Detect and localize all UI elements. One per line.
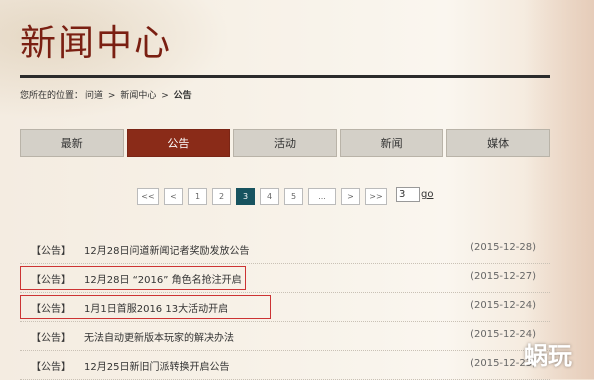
news-category: 【公告】 xyxy=(31,333,71,344)
news-title-link[interactable]: 12月28日问道新闻记者奖励发放公告 xyxy=(84,242,249,257)
news-category: 【公告】 xyxy=(31,275,71,286)
news-date: (2015-12-28) xyxy=(470,242,536,253)
list-item[interactable]: 【公告】 12月28日 “2016” 角色名抢注开启 (2015-12-27) xyxy=(20,264,550,293)
news-title-link[interactable]: 1月1日首服2016 13大活动开启 xyxy=(84,300,228,315)
list-item[interactable]: 【公告】 1月1日首服2016 13大活动开启 (2015-12-24) xyxy=(20,293,550,322)
page-button-5[interactable]: 5 xyxy=(284,187,303,205)
breadcrumb-separator: > xyxy=(107,91,116,101)
last-page-button[interactable]: >> xyxy=(365,187,387,205)
tab-media[interactable]: 媒体 xyxy=(446,129,550,157)
news-category: 【公告】 xyxy=(31,246,71,257)
tab-events[interactable]: 活动 xyxy=(233,129,337,157)
breadcrumb-link-news-center[interactable]: 新闻中心 xyxy=(120,91,156,101)
news-title-link[interactable]: 12月25日新旧门派转换开启公告 xyxy=(84,358,229,373)
list-item[interactable]: 【公告】 12月25日新旧门派转换开启公告 (2015-12-23) xyxy=(20,351,550,380)
first-page-button[interactable]: << xyxy=(137,187,159,205)
breadcrumb-link-wendao[interactable]: 问道 xyxy=(85,91,103,101)
breadcrumb-prefix: 您所在的位置： xyxy=(20,91,84,101)
list-item[interactable]: 【公告】 12月28日问道新闻记者奖励发放公告 (2015-12-28) xyxy=(20,235,550,264)
page-button-3-current[interactable]: 3 xyxy=(236,187,255,205)
breadcrumb-current: 公告 xyxy=(173,91,192,101)
next-page-button[interactable]: > xyxy=(341,187,360,205)
news-list: 【公告】 12月28日问道新闻记者奖励发放公告 (2015-12-28) 【公告… xyxy=(20,235,550,380)
page-button-2[interactable]: 2 xyxy=(212,187,231,205)
news-date: (2015-12-24) xyxy=(470,300,536,311)
breadcrumb: 您所在的位置： 问道 > 新闻中心 > 公告 xyxy=(20,88,194,101)
breadcrumb-separator: > xyxy=(161,91,169,101)
news-date: (2015-12-27) xyxy=(470,271,536,282)
page-ellipsis: ... xyxy=(308,187,336,205)
page-button-1[interactable]: 1 xyxy=(188,187,207,205)
title-divider xyxy=(20,75,550,78)
news-title-link[interactable]: 12月28日 “2016” 角色名抢注开启 xyxy=(84,271,242,286)
news-category: 【公告】 xyxy=(31,362,71,373)
watermark-logo: 蜗玩 xyxy=(524,342,572,370)
page-title: 新闻中心 xyxy=(20,23,173,64)
list-item[interactable]: 【公告】 无法自动更新版本玩家的解决办法 (2015-12-24) xyxy=(20,322,550,351)
pagination: << < 1 2 3 4 5 ... > >> xyxy=(137,187,387,205)
tab-announcements[interactable]: 公告 xyxy=(126,129,231,157)
prev-page-button[interactable]: < xyxy=(164,187,183,205)
category-tabs: 最新 公告 活动 新闻 媒体 xyxy=(20,129,550,157)
page-button-4[interactable]: 4 xyxy=(260,187,279,205)
tab-latest[interactable]: 最新 xyxy=(20,129,124,157)
page-jump-input[interactable]: 3 xyxy=(396,187,420,202)
news-title-link[interactable]: 无法自动更新版本玩家的解决办法 xyxy=(84,329,234,344)
news-category: 【公告】 xyxy=(31,304,71,315)
go-button[interactable]: go xyxy=(421,189,433,200)
tab-news[interactable]: 新闻 xyxy=(339,129,444,157)
